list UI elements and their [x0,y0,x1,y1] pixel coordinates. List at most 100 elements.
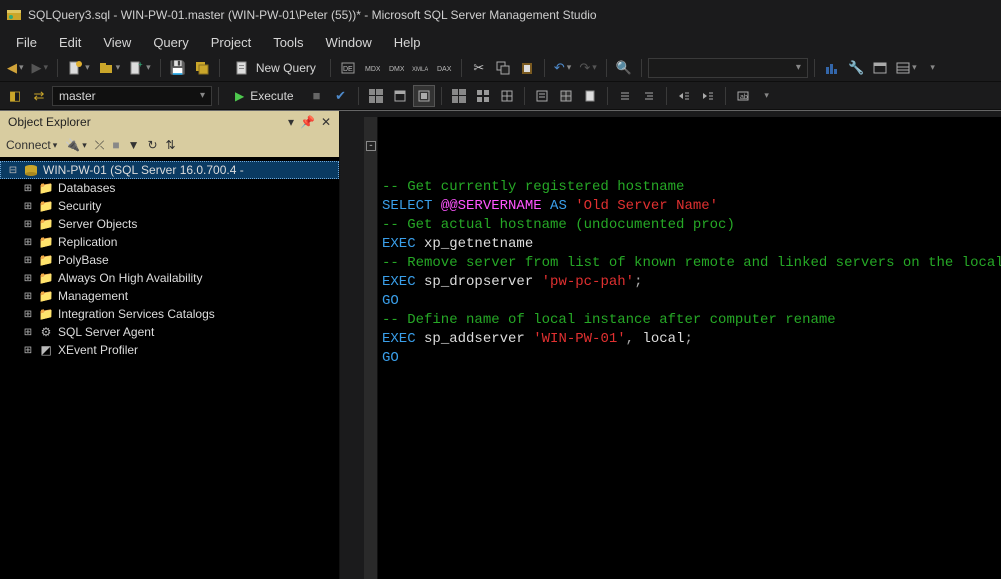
sql-editor[interactable]: - -- Get currently registered hostnameSE… [364,117,1001,579]
panel-dropdown-button[interactable]: ▾ [288,115,294,129]
results-to-file-button[interactable] [579,85,601,107]
separator [814,59,815,77]
tree-node-label: Replication [58,235,117,249]
find-in-files-button[interactable]: 🔍 [613,57,635,79]
folder-icon: 📁 [38,271,54,285]
parse-button[interactable]: ✔ [330,85,352,107]
paste-button[interactable] [516,57,538,79]
tree-node-label: Always On High Availability [58,271,203,285]
activity-button[interactable]: ⇅ [166,138,176,152]
menu-project[interactable]: Project [201,32,261,53]
specify-values-button[interactable]: ab [732,85,754,107]
xmla-query-button[interactable]: XMLA [409,57,431,79]
dmx-query-button[interactable]: DMX [385,57,407,79]
menu-view[interactable]: View [93,32,141,53]
tree-node-databases[interactable]: ⊞ 📁 Databases [0,179,339,197]
intellisense-toggle[interactable] [413,85,435,107]
menu-tools[interactable]: Tools [263,32,313,53]
menu-help[interactable]: Help [384,32,431,53]
actual-plan-button[interactable] [448,85,470,107]
use-database-button[interactable]: ◧ [4,85,26,107]
svg-text:MDX: MDX [365,66,380,73]
results-to-text-button[interactable] [531,85,553,107]
collapse-icon: ⊟ [7,165,19,176]
svg-text:DMX: DMX [389,66,404,73]
template-browser-button[interactable] [869,57,891,79]
live-stats-button[interactable] [472,85,494,107]
uncomment-button[interactable] [638,85,660,107]
toolbar-options-button[interactable]: ▾ [922,57,944,79]
tree-node-isc[interactable]: ⊞ 📁 Integration Services Catalogs [0,305,339,323]
increase-indent-button[interactable] [697,85,719,107]
activity-monitor-button[interactable] [821,57,843,79]
comment-button[interactable] [614,85,636,107]
client-stats-button[interactable] [496,85,518,107]
nav-back-button[interactable]: ◀▾ [4,57,27,79]
save-all-button[interactable] [191,57,213,79]
panel-close-button[interactable]: ✕ [321,115,331,129]
editor-margin: - [364,117,378,579]
dax-query-button[interactable]: DAX [433,57,455,79]
disconnect-button[interactable]: ⤫ [95,138,105,153]
connect-server-button[interactable]: 🔌▾ [65,138,86,152]
properties-button[interactable]: ▾ [893,57,920,79]
undo-button[interactable]: ↶▾ [551,57,574,79]
tree-node-alwayson[interactable]: ⊞ 📁 Always On High Availability [0,269,339,287]
tree-node-management[interactable]: ⊞ 📁 Management [0,287,339,305]
svg-text:DE: DE [343,66,353,73]
refresh-button[interactable]: ↻ [147,138,157,152]
separator [606,59,607,77]
object-explorer-title: Object Explorer [8,115,91,129]
menu-window[interactable]: Window [316,32,382,53]
decrease-indent-button[interactable] [673,85,695,107]
tree-node-replication[interactable]: ⊞ 📁 Replication [0,233,339,251]
cut-button[interactable]: ✂ [468,57,490,79]
panel-pin-button[interactable]: 📌 [300,115,315,129]
folder-icon: 📁 [38,253,54,267]
mdx-query-button[interactable]: MDX [361,57,383,79]
grid-icon [369,89,383,103]
nav-forward-button[interactable]: ▶▾ [29,57,52,79]
registered-servers-button[interactable]: 🔧 [845,57,867,79]
outline-collapse-icon[interactable]: - [366,141,376,151]
cancel-query-button[interactable]: ■ [306,85,328,107]
de-query-button[interactable]: DE [337,57,359,79]
change-connection-button[interactable]: ⇄ [28,85,50,107]
add-item-button[interactable]: + ▾ [125,57,154,79]
object-explorer-tree: ⊟ WIN-PW-01 (SQL Server 16.0.700.4 - ⊞ 📁… [0,157,339,579]
window-title: SQLQuery3.sql - WIN-PW-01.master (WIN-PW… [28,8,597,22]
tree-node-security[interactable]: ⊞ 📁 Security [0,197,339,215]
connect-button[interactable]: Connect ▾ [6,138,57,152]
separator [641,59,642,77]
copy-button[interactable] [492,57,514,79]
search-combo[interactable]: ▾ [648,58,808,78]
xe-icon: ◩ [38,343,54,357]
filter-button[interactable]: ▼ [128,138,140,152]
estimated-plan-button[interactable] [365,85,387,107]
new-query-button[interactable]: New Query [226,57,324,79]
redo-button[interactable]: ↷▾ [576,57,599,79]
tree-node-xevent[interactable]: ⊞ ◩ XEvent Profiler [0,341,339,359]
new-item-button[interactable]: ▾ [64,57,93,79]
menu-edit[interactable]: Edit [49,32,91,53]
tree-node-sqlagent[interactable]: ⊞ ⚙ SQL Server Agent [0,323,339,341]
execute-label: Execute [250,89,293,103]
database-combo[interactable]: master ▾ [52,86,212,106]
menu-file[interactable]: File [6,32,47,53]
open-project-button[interactable]: ▾ [95,57,124,79]
toolbar2-options-button[interactable]: ▾ [756,85,778,107]
expand-icon: ⊞ [22,183,34,194]
execute-button[interactable]: ▶ Execute [225,85,304,107]
menu-query[interactable]: Query [143,32,198,53]
separator [358,87,359,105]
tree-server-node[interactable]: ⊟ WIN-PW-01 (SQL Server 16.0.700.4 - [0,161,339,179]
tree-node-server-objects[interactable]: ⊞ 📁 Server Objects [0,215,339,233]
save-button[interactable]: 💾 [167,57,189,79]
query-options-button[interactable] [389,85,411,107]
svg-text:ab: ab [740,94,748,101]
tree-node-polybase[interactable]: ⊞ 📁 PolyBase [0,251,339,269]
panel-gutter[interactable] [340,111,364,579]
stop-button[interactable]: ■ [112,138,119,152]
results-to-grid-button[interactable] [555,85,577,107]
chevron-down-icon: ▾ [796,62,801,73]
